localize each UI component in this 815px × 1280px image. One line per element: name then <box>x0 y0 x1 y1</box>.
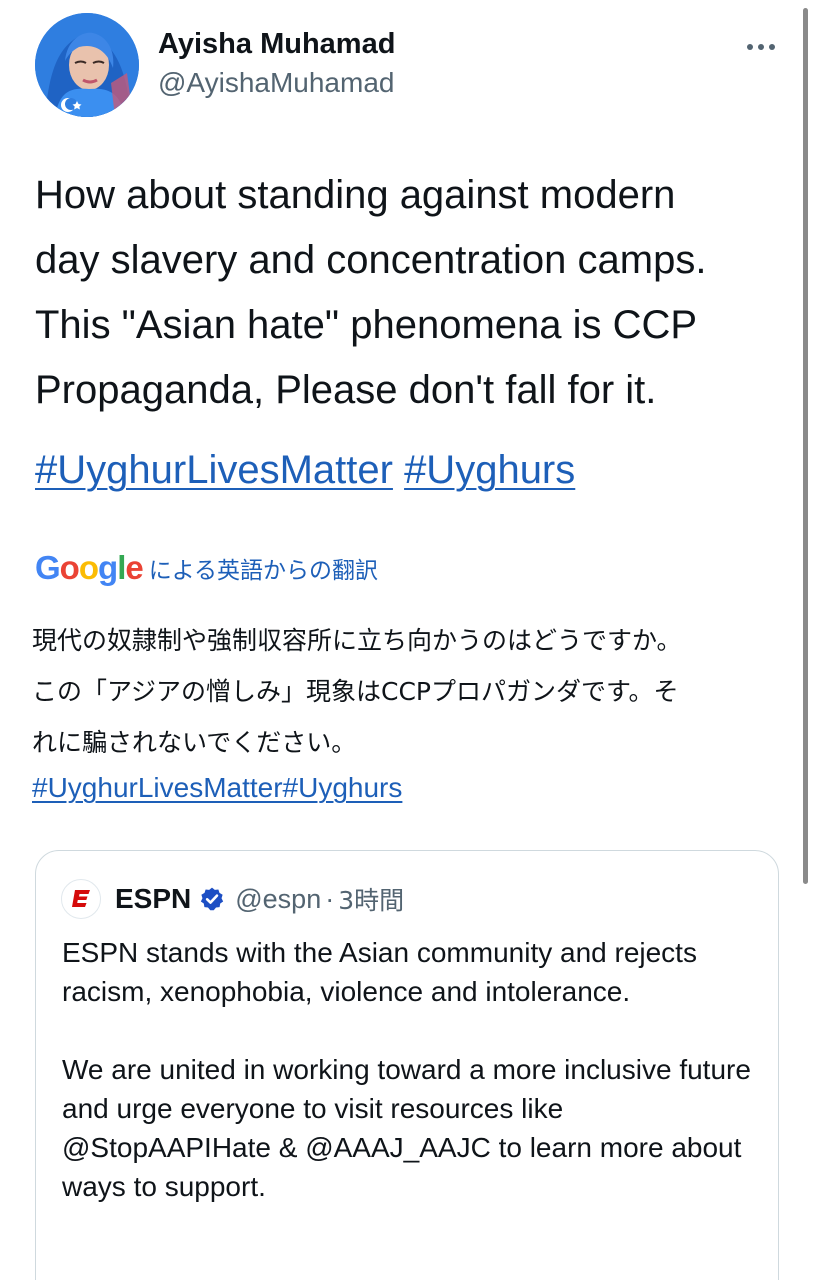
more-options-icon-dot <box>769 44 775 50</box>
verified-badge-icon <box>201 887 224 911</box>
quoted-paragraph: ESPN stands with the Asian community and… <box>62 937 697 1007</box>
translated-text: 現代の奴隷制や強制収容所に立ち向かうのはどうですか。 この「アジアの憎しみ」現象… <box>32 626 682 757</box>
tweet-detail-page: Ayisha Muhamad @AyishaMuhamad How about … <box>0 0 815 1280</box>
quoted-tweet-card[interactable]: ESPN @espn · 3時間 ESPN stands with the As… <box>35 850 779 1280</box>
tweet-text: How about standing against modern day sl… <box>35 173 707 412</box>
more-options-button[interactable] <box>740 30 782 64</box>
author-handle[interactable]: @AyishaMuhamad <box>158 67 394 99</box>
author-avatar[interactable] <box>35 13 139 117</box>
google-logo: Google <box>35 549 144 586</box>
author-display-name[interactable]: Ayisha Muhamad <box>158 28 395 61</box>
meta-separator: · <box>325 883 335 914</box>
quoted-tweet-text: ESPN stands with the Asian community and… <box>62 933 762 1245</box>
translated-hashtags: #UyghurLivesMatter#Uyghurs <box>32 768 402 808</box>
hashtag-link[interactable]: #UyghurLivesMatter <box>35 448 393 492</box>
quoted-paragraph: We are united in working toward a more i… <box>62 1054 751 1202</box>
quoted-author-handle[interactable]: @espn <box>235 884 321 915</box>
hashtag-link[interactable]: #Uyghurs <box>404 448 575 492</box>
translation-label[interactable]: による英語からの翻訳 <box>149 551 378 585</box>
translation-attribution: Google による英語からの翻訳 <box>35 548 378 588</box>
translated-hashtag-link[interactable]: #UyghurLivesMatter#Uyghurs <box>32 772 402 803</box>
espn-logo-icon[interactable] <box>61 879 101 919</box>
more-options-icon-dot <box>758 44 764 50</box>
more-options-icon <box>747 44 753 50</box>
profile-photo-icon <box>35 13 139 117</box>
quoted-tweet-header: ESPN @espn · 3時間 <box>61 879 404 919</box>
quoted-author-name[interactable]: ESPN <box>115 883 191 915</box>
tweet-hashtags: #UyghurLivesMatter #Uyghurs <box>35 440 575 500</box>
scrollbar-thumb[interactable] <box>803 8 808 884</box>
quoted-tweet-time[interactable]: 3時間 <box>338 881 404 917</box>
espn-logo-mark <box>72 890 90 907</box>
